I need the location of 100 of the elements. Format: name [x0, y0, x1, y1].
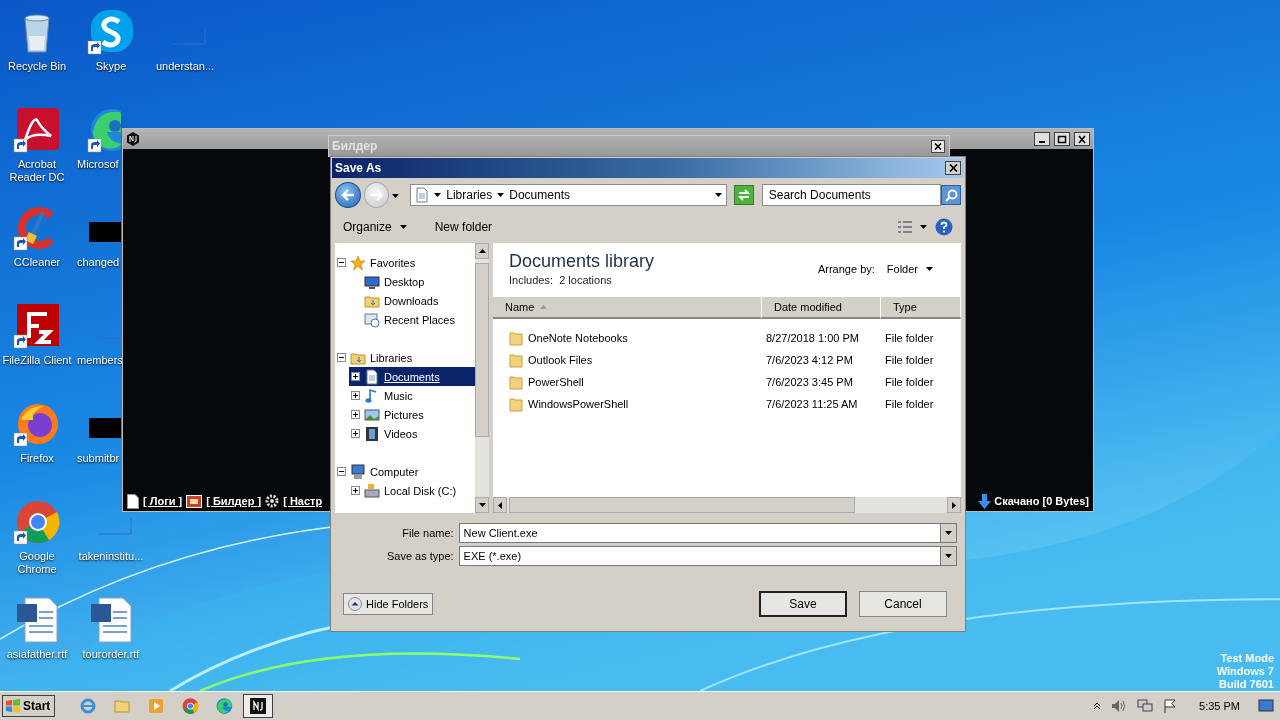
edge-icon	[215, 697, 234, 715]
search-button[interactable]	[941, 185, 961, 205]
taskbar-app-button[interactable]	[243, 694, 274, 718]
refresh-arrows-icon	[736, 189, 751, 201]
tree-item[interactable]: Computer	[335, 462, 475, 481]
tree-item[interactable]: Videos	[349, 424, 475, 443]
file-name-cell[interactable]: PowerShell	[493, 374, 762, 390]
tree-item[interactable]: Local Disk (C:)	[349, 481, 475, 500]
close-button[interactable]	[945, 161, 961, 175]
toolbar-button[interactable]: New folder	[430, 218, 497, 236]
acrobat-icon[interactable]	[13, 106, 61, 154]
status-tab-link[interactable]: [ Настр	[283, 495, 323, 507]
close-icon	[934, 142, 942, 150]
date-modified-cell-text: 7/6/2023 11:25 AM	[765, 398, 859, 410]
close-button[interactable]	[1074, 132, 1090, 146]
close-icon	[948, 164, 958, 172]
tree-item[interactable]: Pictures	[349, 405, 475, 424]
maximize-button[interactable]	[1054, 132, 1070, 146]
expand-toggle[interactable]	[351, 391, 360, 400]
tree-item[interactable]: Downloads	[349, 291, 475, 310]
desktop-icon-label[interactable]: Microsof	[74, 158, 119, 171]
desktop-icon-label[interactable]: members	[74, 354, 123, 367]
help-icon[interactable]	[935, 218, 953, 236]
file-name-cell[interactable]: OneNote Notebooks	[493, 330, 762, 346]
star-icon	[350, 254, 366, 271]
drive-icon	[364, 482, 380, 499]
expand-toggle[interactable]	[351, 410, 360, 419]
desktop-icon-label[interactable]: FileZilla Client	[2, 354, 72, 367]
file-type-cell-text: File folder	[884, 332, 935, 344]
breadcrumb-item[interactable]: Libraries	[446, 188, 493, 202]
file-name-cell[interactable]: Outlook Files	[493, 352, 762, 368]
film-icon	[364, 425, 380, 442]
file-name-cell[interactable]: WindowsPowerShell	[493, 396, 762, 412]
toolbar-button[interactable]: Organize	[339, 218, 411, 236]
back-button[interactable]	[335, 182, 361, 208]
tree-item[interactable]: Desktop	[349, 272, 475, 291]
expand-toggle[interactable]	[351, 429, 360, 438]
caret-icon	[926, 267, 933, 271]
tree-item[interactable]: Libraries	[335, 348, 475, 367]
network-icon[interactable]	[1137, 699, 1154, 713]
desktop-icon-label[interactable]: changed	[74, 256, 120, 269]
start-button[interactable]: Start	[2, 695, 56, 717]
status-tab-link[interactable]: [ Логи ]	[143, 495, 183, 507]
date-modified-cell-text: 7/6/2023 4:12 PM	[765, 354, 854, 366]
chevron-up-icon[interactable]	[1093, 702, 1102, 710]
status-tab-link[interactable]: [ Билдер ]	[206, 495, 262, 507]
vertical-scrollbar[interactable]	[475, 243, 489, 513]
horizontal-scrollbar[interactable]	[493, 497, 961, 513]
scroll-down-button[interactable]	[475, 497, 489, 513]
speaker-icon[interactable]	[1111, 699, 1128, 713]
clock[interactable]: 5:35 PM	[1199, 700, 1240, 712]
column-header[interactable]: Name	[493, 297, 762, 319]
scroll-left-button[interactable]	[493, 497, 507, 513]
tree-item[interactable]: Favorites	[335, 253, 475, 272]
search-icon	[944, 188, 958, 202]
desktop-icon-label[interactable]: Firefox	[20, 452, 54, 465]
scroll-up-button[interactable]	[475, 243, 489, 259]
expand-toggle[interactable]	[351, 372, 360, 381]
search-field[interactable]: Search Documents	[761, 184, 941, 206]
scroll-right-button[interactable]	[947, 497, 961, 513]
filezilla-icon[interactable]	[13, 302, 61, 350]
tree-item[interactable]: Documents	[349, 367, 475, 386]
column-header[interactable]: Date modified	[762, 297, 881, 319]
show-desktop-icon[interactable]	[1258, 699, 1274, 713]
desktop-icon-label[interactable]: Recycle Bin	[7, 60, 67, 73]
desktop-icon-label[interactable]: understan...	[155, 60, 215, 73]
flag-icon[interactable]	[1163, 699, 1178, 713]
refresh-button[interactable]	[734, 185, 754, 205]
expand-toggle[interactable]	[337, 258, 346, 267]
desktop-icon-label[interactable]: CCleaner	[13, 256, 61, 269]
save-button[interactable]: Save	[759, 591, 847, 617]
toolbox-icon	[186, 494, 203, 508]
file-type-field[interactable]: EXE (*.exe)	[458, 546, 940, 566]
media-player-icon	[147, 697, 166, 715]
arrange-dropdown[interactable]: Folder	[886, 263, 933, 275]
dropdown-button[interactable]	[940, 546, 957, 566]
column-header[interactable]: Type	[881, 297, 961, 319]
expand-toggle[interactable]	[351, 486, 360, 495]
file-type-cell-text: File folder	[884, 398, 935, 410]
view-caret-icon	[920, 225, 927, 229]
folder-icon	[509, 374, 523, 390]
file-type-cell-text: File folder	[884, 354, 935, 366]
cancel-button[interactable]: Cancel	[859, 591, 947, 617]
hide-folders-button[interactable]: Hide Folders	[343, 593, 434, 615]
dropdown-button[interactable]	[940, 523, 957, 543]
chrome-icon[interactable]	[13, 498, 61, 546]
minimize-button[interactable]	[1034, 132, 1050, 146]
expand-toggle[interactable]	[337, 467, 346, 476]
desktop-icon-label[interactable]: Skype	[95, 60, 127, 73]
tree-item[interactable]: Recent Places	[349, 310, 475, 329]
close-button[interactable]	[931, 139, 945, 153]
breadcrumb-item[interactable]: Documents	[509, 188, 570, 202]
desktop-icon-label[interactable]: submitbr	[74, 452, 120, 465]
tree-item[interactable]: Music	[349, 386, 475, 405]
file-name-field[interactable]: New Client.exe	[458, 523, 940, 543]
desktop-icon-label[interactable]: Acrobat Reader DC	[1, 158, 73, 184]
expand-toggle[interactable]	[337, 353, 346, 362]
address-bar[interactable]: Libraries Documents	[410, 184, 727, 206]
maximize-icon	[1057, 134, 1067, 144]
view-options-icon[interactable]	[898, 221, 912, 233]
